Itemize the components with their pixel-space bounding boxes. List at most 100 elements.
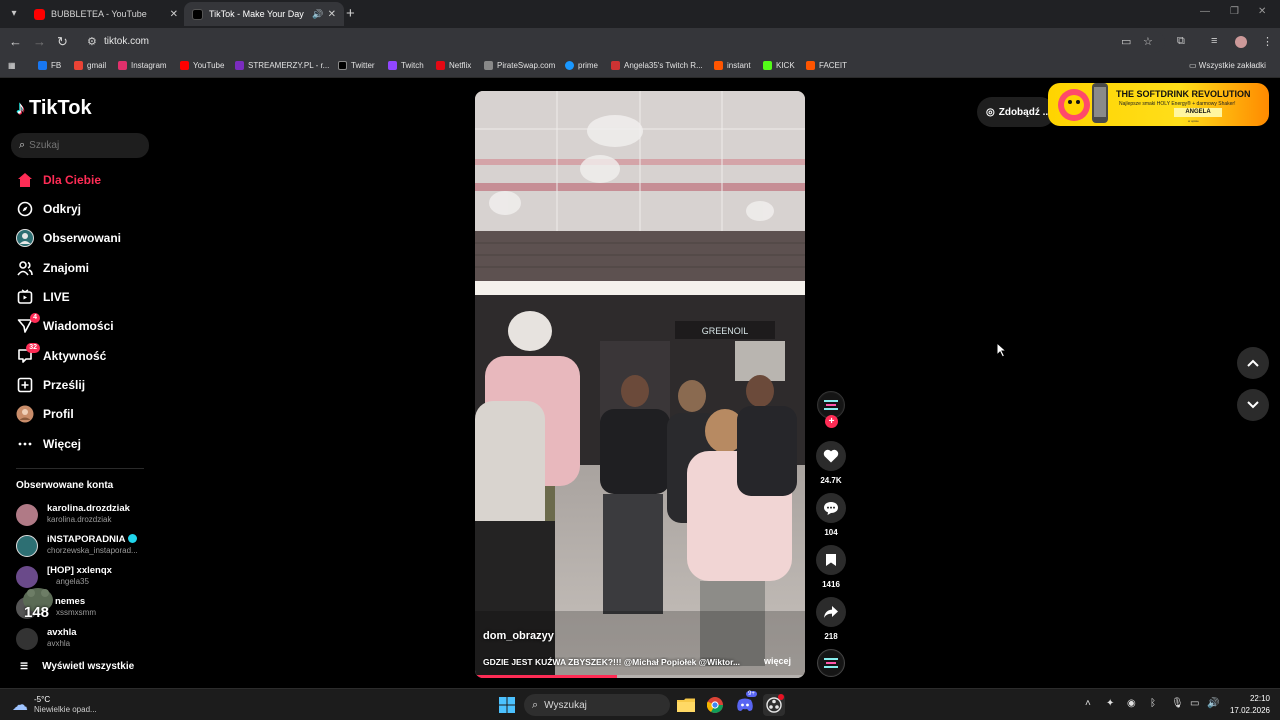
nav-activity[interactable]: 32 Aktywność (16, 343, 107, 367)
search-box[interactable]: ⌕ (11, 133, 149, 158)
tab-close-icon[interactable]: ✕ (328, 9, 336, 20)
url-text[interactable]: tiktok.com (104, 36, 149, 47)
bookmark-kick[interactable]: KICK (763, 61, 795, 70)
audio-playing-icon[interactable]: 🔊 (312, 9, 323, 20)
bookmark-youtube[interactable]: YouTube (180, 61, 224, 70)
share-button[interactable] (816, 597, 846, 627)
bookmark-gmail[interactable]: gmail (74, 61, 106, 70)
bookmark-prime[interactable]: prime (565, 61, 598, 70)
video-progress-bar[interactable] (475, 675, 805, 678)
nav-more[interactable]: Więcej (16, 433, 81, 455)
all-bookmarks-button[interactable]: ▭ Wszystkie zakładki (1189, 61, 1266, 70)
nav-profile[interactable]: Profil (16, 403, 74, 425)
kick-icon (763, 61, 772, 70)
volume-icon[interactable]: 🔊 (1207, 698, 1219, 709)
bookmark-twitch[interactable]: Twitch (388, 61, 424, 70)
network-icon[interactable]: ▭ (1190, 698, 1199, 709)
followed-account[interactable]: iNSTAPORADNIA chorzewska_instaporad... (16, 532, 156, 558)
bookmark-twitter[interactable]: Twitter (338, 61, 375, 70)
browser-toolbar: ← → ↻ ⚙ tiktok.com ▭ ☆ ⧉ ≡ ⋮ (0, 28, 1280, 56)
clock-time: 22:10 (1249, 694, 1270, 703)
video-author[interactable]: dom_obrazyy (483, 630, 554, 642)
nav-for-you[interactable]: Dla Ciebie (16, 169, 101, 191)
taskbar-search[interactable]: ⌕ Wyszukaj (524, 694, 670, 716)
microphone-icon[interactable]: 🎙 (1171, 698, 1184, 709)
like-button[interactable] (816, 441, 846, 471)
extensions-icon[interactable]: ⧉ (1177, 35, 1185, 48)
overlay-counter: 148 (24, 604, 50, 621)
stream-ad-banner: THE SOFTDRINK REVOLUTION Najlepsze smaki… (1048, 83, 1269, 126)
cast-icon[interactable]: ▭ (1121, 35, 1131, 48)
discord-button[interactable]: 9+ (734, 691, 757, 716)
restore-icon[interactable]: ❐ (1230, 6, 1239, 17)
discord-badge: 9+ (746, 691, 757, 697)
weather-widget[interactable]: ☁ -5°C Niewielkie opad... (12, 695, 97, 715)
video-player[interactable]: GREENOIL dom_obrazyy GDZIE JEST KUŹWA ZB… (475, 91, 805, 678)
profile-avatar-icon[interactable] (1235, 36, 1247, 48)
bookmark-label: FB (51, 61, 62, 70)
next-video-button[interactable] (1237, 389, 1269, 421)
obs-button[interactable] (763, 694, 785, 716)
reload-button[interactable]: ↻ (57, 34, 68, 50)
tray-overflow-icon[interactable]: ˄ (1085, 698, 1091, 709)
follow-plus-icon[interactable]: + (825, 415, 838, 428)
media-controls-icon[interactable]: ≡ (1211, 35, 1217, 47)
youtube-icon (180, 61, 189, 70)
nav-label: Aktywność (43, 349, 107, 363)
nav-upload[interactable]: Prześlij (16, 374, 85, 396)
site-info-icon[interactable]: ⚙ (87, 35, 97, 48)
account-name: nemes (55, 596, 86, 607)
bookmark-netflix[interactable]: Netflix (436, 61, 471, 70)
save-button[interactable] (816, 545, 846, 575)
system-clock[interactable]: 22:10 17.02.2026 (1226, 693, 1270, 717)
get-coins-button[interactable]: ◎ Zdobądź ... (977, 97, 1055, 127)
show-all-following-button[interactable]: ☰ Wyświetl wszystkie (20, 661, 134, 672)
bookmark-pirateswap[interactable]: PirateSwap.com (484, 61, 555, 70)
music-disc[interactable] (817, 649, 845, 677)
bookmark-fb[interactable]: FB (38, 61, 61, 70)
file-explorer-button[interactable] (675, 694, 697, 716)
nav-explore[interactable]: Odkryj (16, 198, 81, 220)
apps-grid-icon[interactable]: ▦ (8, 61, 16, 70)
nav-friends[interactable]: Znajomi (16, 257, 89, 279)
ad-title: THE SOFTDRINK REVOLUTION (1116, 89, 1251, 99)
comment-button[interactable] (816, 493, 846, 523)
taskbar-search-label: Wyszukaj (544, 699, 587, 711)
nav-messages[interactable]: 4 Wiadomości (16, 313, 114, 337)
tab-search-dropdown-icon[interactable]: ▾ (6, 6, 22, 22)
bookmark-faceit[interactable]: FACEIT (806, 61, 847, 70)
chrome-button[interactable] (704, 694, 726, 716)
followed-account[interactable]: karolina.drozdziak karolina.drozdziak (16, 501, 156, 527)
previous-video-button[interactable] (1237, 347, 1269, 379)
tab-close-icon[interactable]: ✕ (170, 9, 178, 20)
nav-following[interactable]: Obserwowani (16, 227, 121, 249)
minimize-icon[interactable]: — (1200, 6, 1210, 17)
tray-bluetooth-icon[interactable]: ᛒ (1150, 698, 1156, 709)
weather-condition: Niewielkie opad... (34, 705, 97, 714)
caption-more-button[interactable]: więcej (764, 656, 791, 666)
following-avatar-icon (16, 229, 34, 247)
bookmark-instagram[interactable]: Instagram (118, 61, 167, 70)
nav-live[interactable]: LIVE (16, 286, 70, 308)
tab-tiktok[interactable]: TikTok - Make Your Day 🔊 ✕ (184, 2, 344, 26)
tab-youtube[interactable]: BUBBLETEA - YouTube ✕ (26, 2, 186, 26)
tray-app-icon[interactable]: ✦ (1106, 698, 1114, 709)
share-icon (824, 606, 838, 618)
tray-discord-icon[interactable]: ◉ (1127, 698, 1136, 709)
back-button[interactable]: ← (9, 34, 22, 49)
address-bar[interactable] (80, 31, 1165, 53)
browser-menu-icon[interactable]: ⋮ (1262, 35, 1273, 48)
bookmark-angela-twitch[interactable]: Angela35's Twitch R... (611, 61, 703, 70)
search-input[interactable] (29, 140, 130, 151)
followed-account[interactable]: avxhla avxhla (16, 625, 156, 651)
bookmark-instant[interactable]: instant (714, 61, 751, 70)
bookmark-streamerzy[interactable]: STREAMERZY.PL - r... (235, 61, 329, 70)
account-handle: avxhla (47, 639, 71, 648)
tiktok-logo[interactable]: ♪ TikTok (16, 97, 92, 120)
bookmark-star-icon[interactable]: ☆ (1143, 35, 1153, 48)
new-tab-button[interactable]: + (346, 5, 355, 22)
search-icon: ⌕ (19, 139, 26, 151)
close-window-icon[interactable]: ✕ (1258, 6, 1266, 17)
forward-button[interactable]: → (33, 34, 46, 49)
start-button[interactable] (496, 694, 518, 716)
